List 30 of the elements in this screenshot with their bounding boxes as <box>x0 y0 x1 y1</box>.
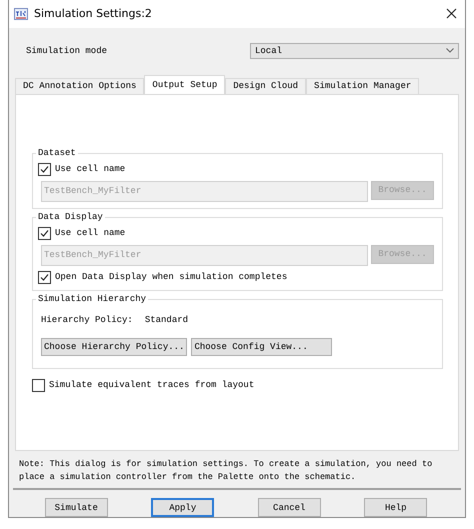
group-title: Dataset <box>36 148 78 158</box>
tab[interactable]: Design Cloud <box>225 78 306 94</box>
tab[interactable]: Simulation Manager <box>306 78 420 94</box>
checkbox[interactable] <box>38 270 51 284</box>
checkbox-label: Use cell name <box>55 228 126 238</box>
checkbox-label: Simulate equivalent traces from layout <box>49 380 254 390</box>
app-icon <box>14 8 28 20</box>
policy-value: Standard <box>144 314 188 325</box>
dialog-button[interactable]: Apply <box>151 498 214 517</box>
simulation-mode-label: Simulation mode <box>26 46 108 56</box>
choose-button[interactable]: Choose Config View... <box>191 338 332 356</box>
note-text: Note: This dialog is for simulation settings. To create a simulation, you need to place a simulation controller from the Palette onto the schematic. <box>18 458 434 484</box>
dialog-button[interactable]: Simulate <box>44 498 108 517</box>
checkbox-label: Open Data Display when simulation completes <box>55 272 288 282</box>
checkbox-label: Use cell name <box>55 164 126 174</box>
dialog-button[interactable]: Cancel <box>258 498 321 517</box>
dialog-button[interactable]: Help <box>364 498 428 517</box>
chevron-down-icon <box>446 48 454 54</box>
simulation-mode-dropdown[interactable]: Local <box>250 42 459 59</box>
group-title: Data Display <box>36 212 105 222</box>
close-icon[interactable] <box>446 8 457 20</box>
checkbox[interactable] <box>38 162 51 176</box>
choose-button[interactable]: Choose Hierarchy Policy... <box>41 338 188 356</box>
tab[interactable]: Output Setup <box>144 74 226 94</box>
checkbox[interactable] <box>38 226 51 240</box>
checkbox[interactable] <box>32 378 45 392</box>
group-title: Simulation Hierarchy <box>36 294 148 304</box>
policy-label: Hierarchy Policy: <box>41 314 133 325</box>
window-title: Simulation Settings:2 <box>34 7 153 20</box>
tab[interactable]: DC Annotation Options <box>15 78 144 94</box>
